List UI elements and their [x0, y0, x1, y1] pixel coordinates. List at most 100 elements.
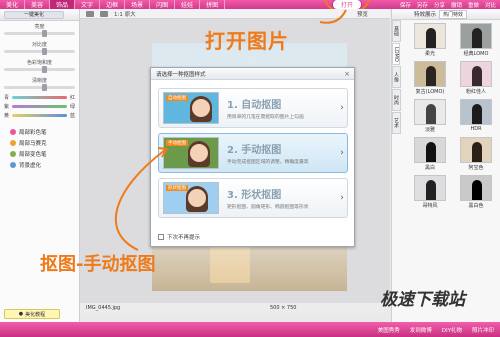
cutout-style-dialog: 请选择一种抠图样式 × 自动抠图 1. 自动抠图 用简单的几笔在需抠取的图片上勾…: [150, 67, 355, 247]
tab-accessories[interactable]: 饰品: [50, 0, 76, 9]
option-desc: 矩形抠图、圆角矩形、椭圆抠图等形状: [227, 205, 309, 210]
slider-sharpness[interactable]: 清晰度: [0, 75, 79, 93]
photo-print-link[interactable]: 照片冲印: [472, 326, 494, 334]
tab-text[interactable]: 文字: [75, 0, 101, 9]
effect-thumb[interactable]: 粉红佳人: [454, 61, 498, 95]
preview-button[interactable]: 预览: [357, 10, 368, 18]
close-icon[interactable]: ×: [344, 70, 350, 78]
save-button[interactable]: 保存: [400, 1, 411, 9]
slider-track[interactable]: [4, 66, 75, 73]
option-text: 1. 自动抠图 用简单的几笔在需抠取的图片上勾画: [227, 96, 337, 120]
slider-knob[interactable]: [42, 48, 47, 55]
vtab-fashion[interactable]: 时尚: [392, 89, 401, 111]
zoom-actual-size[interactable]: 1:1 原大: [114, 10, 136, 18]
effect-thumb[interactable]: 黑白: [408, 137, 452, 171]
beautify-tutorial-button[interactable]: ● 美化教程: [4, 309, 60, 319]
effect-thumb-label: 阿宝色: [468, 165, 484, 171]
dont-show-checkbox[interactable]: [158, 234, 164, 240]
slider-knob[interactable]: [42, 30, 47, 37]
post-weibo-link[interactable]: 发到微博: [410, 326, 432, 334]
effect-thumb[interactable]: 黑白色: [454, 175, 498, 209]
effect-local-recolor-pen[interactable]: 局部变色笔: [0, 148, 79, 159]
vtab-art[interactable]: 艺术: [392, 112, 401, 134]
undo-button[interactable]: 撤销: [451, 1, 462, 9]
rotate-icon[interactable]: [86, 10, 94, 17]
color-right-label: 绿: [69, 104, 75, 110]
slider-track[interactable]: [4, 84, 75, 91]
left-panel-header: 一键美化: [0, 9, 79, 21]
effects-category-select[interactable]: 热门特效: [439, 9, 468, 19]
thumbnail-tag: 手动抠图: [166, 140, 188, 146]
tab-flash[interactable]: 闪图: [150, 0, 176, 9]
one-click-beautify-button[interactable]: 一键美化: [4, 10, 64, 19]
filename-label: IMG_0445.jpg: [86, 305, 121, 311]
effect-thumb[interactable]: 哥特风: [408, 175, 452, 209]
slider-brightness[interactable]: 亮度: [0, 21, 79, 39]
color-track[interactable]: [12, 96, 67, 99]
effect-thumb[interactable]: 经典LOMO: [454, 23, 498, 57]
effect-thumb[interactable]: HDR: [454, 99, 498, 133]
effect-thumb[interactable]: 淡雅: [408, 99, 452, 133]
auto-cutout-thumbnail: 自动抠图: [163, 92, 219, 124]
color-right-label: 红: [69, 95, 75, 101]
dont-show-again[interactable]: 下次不再提示: [158, 233, 200, 241]
vtab-basic[interactable]: 基础: [392, 20, 401, 42]
slider-knob[interactable]: [42, 84, 47, 91]
slider-track[interactable]: [4, 30, 75, 37]
color-pen-icon: [10, 128, 16, 135]
compare-button[interactable]: 对比: [485, 1, 496, 9]
thumbnail-tag: 自动抠图: [166, 95, 188, 101]
color-track[interactable]: [12, 105, 67, 108]
save-as-button[interactable]: 另存: [417, 1, 428, 9]
effect-label: 局部变色笔: [19, 151, 47, 158]
effect-local-mosaic[interactable]: 局部马赛克: [0, 137, 79, 148]
meitu-link[interactable]: 美图秀秀: [378, 326, 400, 334]
redo-button[interactable]: 重做: [468, 1, 479, 9]
shape-cutout-thumbnail: 形状抠图: [163, 182, 219, 214]
face-shape: [190, 144, 208, 162]
crop-icon[interactable]: [100, 10, 108, 17]
slider-track[interactable]: [4, 48, 75, 55]
tab-doll[interactable]: 娃娃: [175, 0, 201, 9]
effect-local-color-pen[interactable]: 局部彩色笔: [0, 126, 79, 137]
canvas-status: IMG_0445.jpg 500 × 750: [80, 303, 390, 313]
option-auto-cutout[interactable]: 自动抠图 1. 自动抠图 用简单的几笔在需抠取的图片上勾画 ›: [158, 88, 348, 128]
effect-thumb-label: 复古(LOMO): [415, 89, 445, 95]
slider-contrast[interactable]: 对比度: [0, 39, 79, 57]
tab-scene[interactable]: 场景: [125, 0, 151, 9]
vtab-lomo[interactable]: LOMO: [392, 43, 400, 65]
tab-beautify[interactable]: 美化: [0, 0, 26, 9]
mosaic-icon: [10, 139, 16, 146]
diy-gift-link[interactable]: DIY礼物: [442, 326, 462, 334]
color-slider-cyan-red[interactable]: 青 红: [0, 93, 79, 102]
effect-thumb[interactable]: 阿宝色: [454, 137, 498, 171]
slider-label: 对比度: [31, 42, 47, 48]
slider-label: 色彩饱和度: [26, 60, 52, 66]
annotation-open-image: 打开图片: [205, 29, 289, 53]
top-right-actions: 保存 另存 分享 撤销 重做 对比: [400, 0, 496, 9]
effect-thumb[interactable]: 复古(LOMO): [408, 61, 452, 95]
option-manual-cutout[interactable]: 手动抠图 2. 手动抠图 手动完成抠图区域的调整，精确度最高 ›: [158, 133, 348, 173]
tab-collage[interactable]: 拼图: [200, 0, 226, 9]
effect-thumb[interactable]: 柔光: [408, 23, 452, 57]
effect-thumb-label: 经典LOMO: [463, 51, 489, 57]
option-desc: 手动完成抠图区域的调整，精确度最高: [227, 160, 309, 165]
option-shape-cutout[interactable]: 形状抠图 3. 形状抠图 矩形抠图、圆角矩形、椭圆抠图等形状 ›: [158, 178, 348, 218]
color-slider-purple-green[interactable]: 紫 绿: [0, 102, 79, 111]
slider-knob[interactable]: [42, 66, 47, 73]
color-track[interactable]: [12, 114, 67, 117]
slider-label: 亮度: [34, 24, 45, 30]
slider-saturation[interactable]: 色彩饱和度: [0, 57, 79, 75]
tab-beauty[interactable]: 美容: [25, 0, 51, 9]
vtab-portrait[interactable]: 人像: [392, 66, 401, 88]
effect-background-blur[interactable]: 背景虚化: [0, 159, 79, 170]
share-button[interactable]: 分享: [434, 1, 445, 9]
top-menu-bar: 美化 美容 饰品 文字 边框 场景 闪图 娃娃 拼图 打开 保存 另存 分享 撤…: [0, 0, 500, 10]
thumbnail-tag: 形状抠图: [166, 185, 188, 191]
color-slider-yellow-blue[interactable]: 黄 蓝: [0, 111, 79, 120]
tab-frame[interactable]: 边框: [100, 0, 126, 9]
watermark: 极速下载站: [380, 290, 465, 310]
effect-thumb-label: 柔光: [424, 51, 435, 57]
slider-label: 清晰度: [31, 78, 47, 84]
color-left-label: 紫: [4, 104, 10, 110]
